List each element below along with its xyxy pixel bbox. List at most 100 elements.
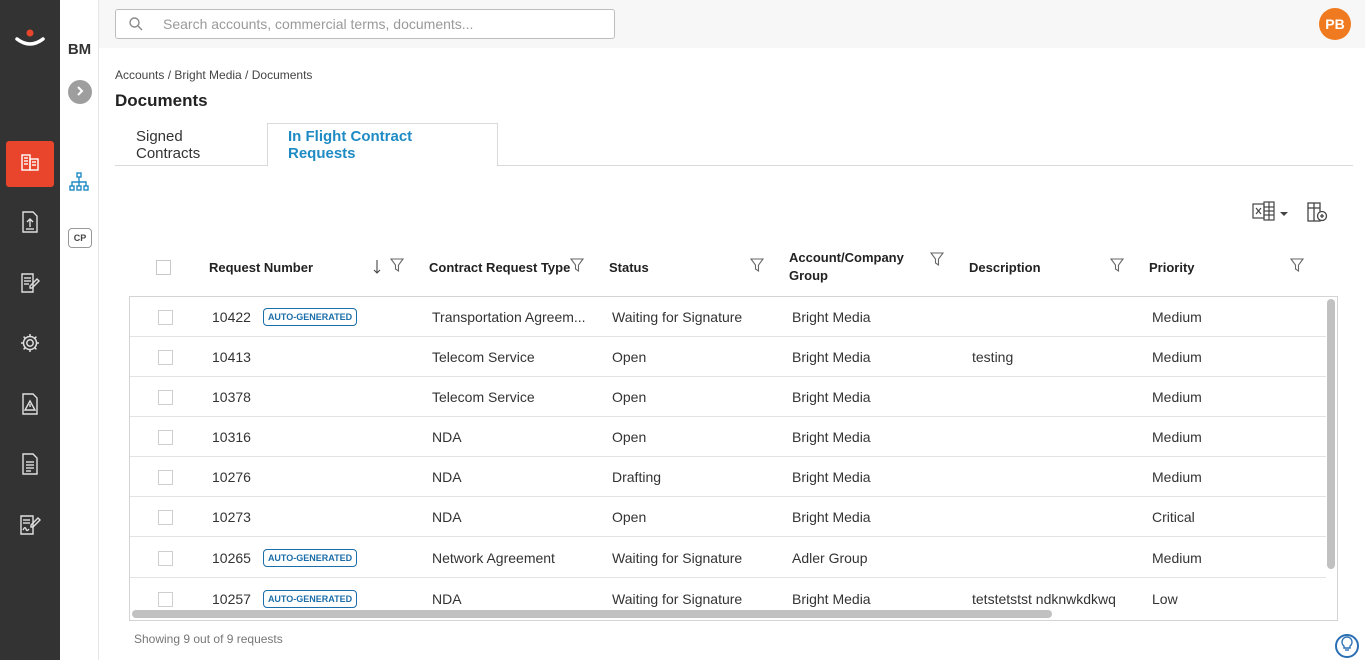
user-avatar[interactable]: PB	[1319, 8, 1351, 40]
results-count: Showing 9 out of 9 requests	[134, 632, 283, 646]
search-input[interactable]	[163, 16, 603, 32]
expand-panel-button[interactable]	[68, 80, 92, 104]
left-rail	[0, 0, 60, 660]
alert-document-icon	[20, 392, 40, 421]
horizontal-scrollbar[interactable]	[132, 610, 1052, 618]
cell-account: Bright Media	[792, 309, 871, 325]
cell-request-number: 10273	[212, 509, 251, 525]
help-button[interactable]	[1335, 634, 1359, 658]
header-account-company-group[interactable]: Account/Company Group	[789, 245, 919, 289]
cell-type: NDA	[432, 429, 462, 445]
table-row[interactable]: 10316 NDA Open Bright Media Medium	[130, 417, 1326, 457]
cell-status: Open	[612, 389, 647, 405]
cell-priority: Critical	[1152, 509, 1195, 525]
filter-icon[interactable]	[749, 258, 765, 273]
nav-signature[interactable]	[6, 504, 54, 550]
row-checkbox[interactable]	[158, 430, 173, 445]
cell-status: Drafting	[612, 469, 662, 485]
cell-account: Bright Media	[792, 349, 871, 365]
row-checkbox[interactable]	[158, 350, 173, 365]
cell-status: Waiting for Signature	[612, 309, 743, 325]
row-checkbox[interactable]	[158, 551, 173, 566]
nav-report-document[interactable]	[6, 443, 54, 489]
auto-generated-badge: AUTO-GENERATED	[262, 308, 358, 326]
cell-request-number: 10422 AUTO-GENERATED	[212, 297, 358, 337]
table-row[interactable]: 10276 NDA Drafting Bright Media Medium	[130, 457, 1326, 497]
edit-document-icon	[19, 272, 41, 299]
column-chooser-button[interactable]	[1306, 201, 1330, 225]
cell-status: Open	[612, 509, 647, 525]
report-document-icon	[20, 452, 40, 481]
nav-alert-document[interactable]	[6, 383, 54, 429]
nav-settings[interactable]	[6, 322, 54, 368]
nav-accounts[interactable]	[6, 141, 54, 187]
cell-account: Bright Media	[792, 469, 871, 485]
table-row[interactable]: 10273 NDA Open Bright Media Critical	[130, 497, 1326, 537]
row-checkbox[interactable]	[158, 390, 173, 405]
document-tabs: Signed Contracts In Flight Contract Requ…	[115, 123, 1353, 167]
cell-type: Telecom Service	[432, 389, 535, 405]
filter-icon[interactable]	[389, 258, 405, 273]
row-checkbox[interactable]	[158, 592, 173, 607]
nav-edit-document[interactable]	[6, 262, 54, 308]
top-bar: PB	[99, 0, 1365, 48]
export-excel-dropdown[interactable]	[1252, 200, 1290, 224]
cell-request-number: 10413	[212, 349, 251, 365]
filter-icon[interactable]	[929, 252, 945, 267]
row-checkbox[interactable]	[158, 510, 173, 525]
filter-icon[interactable]	[1289, 258, 1305, 273]
cell-status: Waiting for Signature	[612, 550, 743, 566]
requests-grid: 10422 AUTO-GENERATED Transportation Agree…	[129, 296, 1338, 621]
row-checkbox[interactable]	[158, 470, 173, 485]
cell-type: Transportation Agreem...	[432, 309, 586, 325]
cell-priority: Medium	[1152, 309, 1202, 325]
app-logo[interactable]	[0, 18, 60, 58]
tab-in-flight-contract-requests[interactable]: In Flight Contract Requests	[267, 123, 498, 167]
chevron-right-icon	[75, 83, 85, 101]
cell-type: Telecom Service	[432, 349, 535, 365]
header-contract-request-type[interactable]: Contract Request Type	[429, 245, 570, 289]
cell-status: Open	[612, 349, 647, 365]
cell-priority: Medium	[1152, 389, 1202, 405]
tab-signed-contracts[interactable]: Signed Contracts	[116, 123, 268, 166]
select-all-checkbox[interactable]	[156, 260, 171, 275]
page-title: Documents	[115, 91, 208, 110]
account-side-panel: BM CP	[60, 0, 99, 660]
nav-upload-document[interactable]	[6, 201, 54, 247]
filter-icon[interactable]	[569, 258, 585, 273]
search-box	[115, 9, 615, 39]
org-chart-icon	[69, 172, 89, 196]
table-row[interactable]: 10378 Telecom Service Open Bright Media …	[130, 377, 1326, 417]
search-icon	[128, 16, 144, 32]
caret-down-icon	[1280, 204, 1288, 222]
header-request-number[interactable]: Request Number	[209, 245, 313, 289]
org-hierarchy-button[interactable]	[69, 172, 89, 197]
cell-type: NDA	[432, 469, 462, 485]
row-checkbox[interactable]	[158, 310, 173, 325]
column-chooser-icon	[1306, 202, 1328, 229]
cell-priority: Medium	[1152, 550, 1202, 566]
settings-gear-icon	[19, 332, 41, 359]
header-priority[interactable]: Priority	[1149, 245, 1195, 289]
grid-header: Request Number Contract Request Type Sta…	[130, 245, 1337, 289]
cell-request-number: 10265 AUTO-GENERATED	[212, 538, 358, 578]
request-number-text: 10265	[212, 550, 251, 566]
table-row[interactable]: 10413 Telecom Service Open Bright Media …	[130, 337, 1326, 377]
cell-priority: Medium	[1152, 429, 1202, 445]
sort-descending-icon[interactable]	[373, 259, 381, 274]
request-number-text: 10422	[212, 309, 251, 325]
header-description[interactable]: Description	[969, 245, 1041, 289]
cell-description: testing	[972, 349, 1014, 365]
cell-type: NDA	[432, 509, 462, 525]
cell-request-number: 10378	[212, 389, 251, 405]
cell-priority: Low	[1152, 591, 1178, 607]
cp-button[interactable]: CP	[68, 228, 92, 248]
table-row[interactable]: 10422 AUTO-GENERATED Transportation Agree…	[130, 297, 1326, 337]
table-row[interactable]: 10265 AUTO-GENERATED Network Agreement Wa…	[130, 538, 1326, 578]
auto-generated-badge: AUTO-GENERATED	[262, 590, 358, 608]
vertical-scrollbar[interactable]	[1327, 299, 1335, 569]
header-status[interactable]: Status	[609, 245, 649, 289]
cell-account: Adler Group	[792, 550, 868, 566]
auto-generated-badge: AUTO-GENERATED	[262, 549, 358, 567]
filter-icon[interactable]	[1109, 258, 1125, 273]
